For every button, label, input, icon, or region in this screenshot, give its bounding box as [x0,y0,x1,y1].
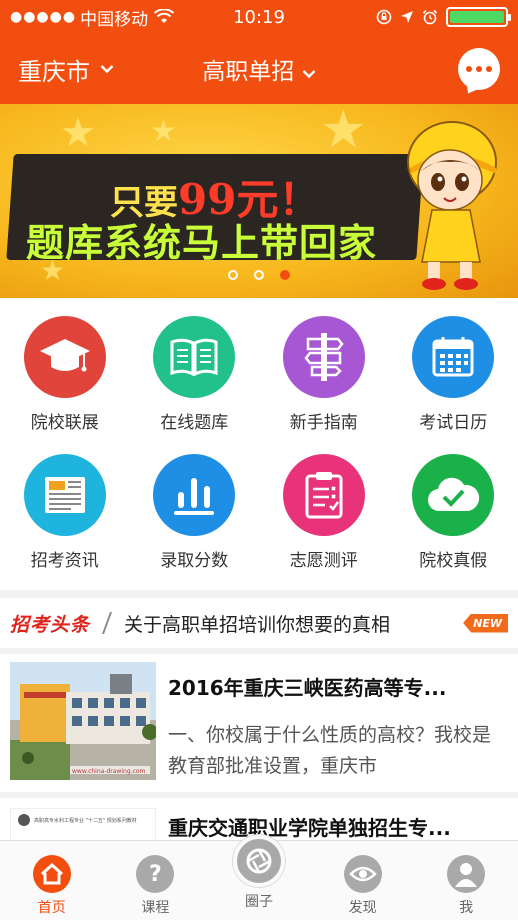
question-icon: ? [136,855,175,893]
thumb-watermark: www.china-drawing.com [72,768,146,775]
pager-dot[interactable] [228,270,238,280]
grid-item-question-bank[interactable]: 在线题库 [130,316,260,454]
news-item[interactable]: 高职高专水利工程专业 "十二五" 规划系列教材 重庆交通职业学院单独招生专... [0,798,518,840]
grid-item-label: 院校联展 [30,413,99,433]
tab-discover[interactable]: 发现 [311,841,415,920]
thumb-caption: 高职高专水利工程专业 "十二五" 规划系列教材 [34,817,137,824]
city-selector[interactable]: 重庆市 [18,52,114,87]
news-item[interactable]: www.china-drawing.com 2016年重庆三峡医药高等专... … [0,654,518,792]
grid-item-label: 在线题库 [160,413,229,433]
grid-item-choice-assessment[interactable]: 志愿测评 [259,454,389,592]
banner-subline: 题库系统马上带回家 [26,220,378,265]
chevron-down-icon [100,65,114,74]
tab-label: 首页 [37,900,66,916]
news-thumbnail: 高职高专水利工程专业 "十二五" 规划系列教材 [10,808,156,840]
tab-bar: 首页 ? 课程 圈子 发现 我 [0,835,518,920]
pager-dot-active[interactable] [280,270,290,280]
grid-item-label: 新手指南 [289,413,358,433]
grid-item-label: 录取分数 [160,551,229,571]
star-decoration: ★ [150,114,177,149]
camera-aperture-icon [232,835,285,887]
news-summary: 一、你校属于什么性质的高校？我校是教育部批准设置，重庆市 [168,724,492,777]
category-label: 高职单招 [202,59,295,85]
cloud-check-icon [412,454,495,536]
chat-dot [486,66,492,72]
headline-divider [102,612,113,634]
tab-circle[interactable]: 圈子 [207,835,311,920]
grid-item-admission-scores[interactable]: 录取分数 [130,454,260,592]
grid-item-label: 考试日历 [419,413,488,433]
location-arrow-icon [401,11,413,23]
chevron-down-icon [302,70,316,79]
signal-icon: ●●●●● [10,9,77,25]
category-selector[interactable]: 高职单招 [202,59,316,85]
grid-item-beginner-guide[interactable]: 新手指南 [259,316,389,454]
tab-label: 课程 [141,900,170,916]
chat-dot [476,66,482,72]
newspaper-icon [23,454,106,536]
star-decoration: ★ [320,104,367,160]
pager-dot[interactable] [254,270,264,280]
tab-label: 圈子 [244,894,273,910]
signpost-icon [282,316,365,398]
grid-item-label: 院校真假 [419,551,488,571]
tab-label: 我 [459,900,474,916]
grid-item-college-verify[interactable]: 院校真假 [389,454,518,592]
calendar-icon [412,316,495,398]
tab-courses[interactable]: ? 课程 [104,841,208,920]
headline-text: 关于高职单招培训你想要的真相 [124,613,391,636]
graduation-cap-icon [23,316,106,398]
grid-item-exam-calendar[interactable]: 考试日历 [389,316,518,454]
tab-label: 发现 [348,900,377,916]
headline-ticker[interactable]: 招考头条 关于高职单招培训你想要的真相 NEW [0,598,518,648]
grid-item-label: 招考资讯 [30,551,99,571]
star-decoration: ★ [60,110,96,156]
chat-bubble-icon [466,66,472,72]
grid-item-admission-news[interactable]: 招考资讯 [0,454,130,592]
city-label: 重庆市 [18,57,90,86]
user-icon [447,855,486,893]
eye-icon [343,855,382,893]
app-header: ●●●●● 中国移动 10:19 重庆市 高职单招 [0,0,518,104]
clipboard-icon [282,454,365,536]
bar-chart-icon [153,454,236,536]
tab-me[interactable]: 我 [414,841,518,920]
promo-banner[interactable]: ★ ★ ★ ★ 只要99元！ 题库系统马上带回家 [0,104,518,298]
home-icon [32,855,71,893]
news-title: 重庆交通职业学院单独招生专... [168,816,451,840]
cartoon-girl-illustration [407,121,497,290]
banner-pager [0,270,518,280]
status-bar: ●●●●● 中国移动 10:19 [0,0,518,34]
tab-home[interactable]: 首页 [0,841,104,920]
battery-icon [446,7,511,27]
book-icon [153,316,236,398]
headline-tag: 招考头条 [10,613,91,636]
new-badge: NEW [463,613,508,633]
alarm-icon [422,9,438,25]
carrier-name: 中国移动 [80,9,149,30]
rotation-lock-icon [376,9,392,25]
news-title: 2016年重庆三峡医药高等专... [168,676,447,700]
grid-item-college-fair[interactable]: 院校联展 [0,316,130,454]
news-thumbnail: www.china-drawing.com [10,662,156,780]
wifi-icon [154,9,175,23]
message-button[interactable] [458,48,500,90]
feature-grid: 院校联展 在线题库 新手指南 考试日历 招考资讯 录取分数 志愿测评 院校真假 [0,298,518,590]
grid-item-label: 志愿测评 [289,551,358,571]
